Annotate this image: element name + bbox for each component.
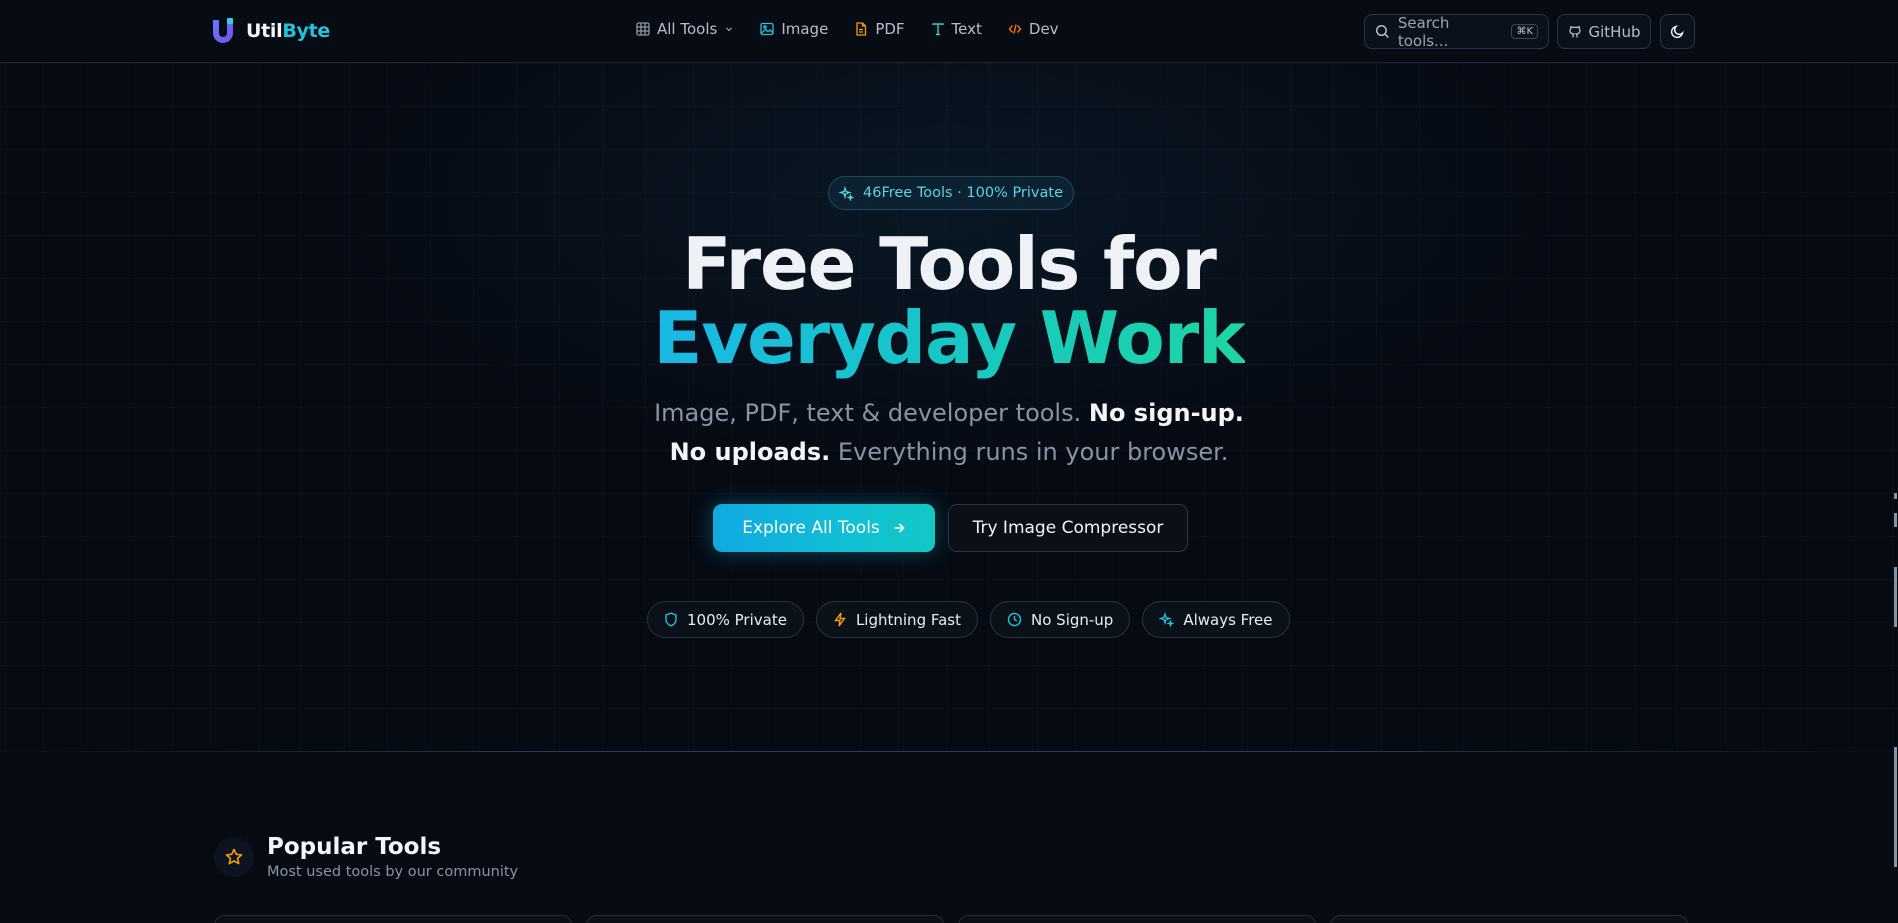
grid-icon <box>636 22 650 36</box>
hero-badge-text: 46Free Tools · 100% Private <box>863 185 1063 201</box>
file-icon <box>856 22 867 36</box>
feature-label: Lightning Fast <box>855 610 961 629</box>
feature-label: No Sign-up <box>1031 610 1114 629</box>
github-button[interactable]: GitHub <box>1557 14 1651 49</box>
section-divider <box>50 751 1848 752</box>
top-navigation: UtilByte All Tools Image PDF Text Dev Se… <box>0 0 1898 63</box>
feature-pill-private: 100% Private <box>647 601 804 638</box>
shield-icon <box>665 612 677 627</box>
feature-pills: 100% Private Lightning Fast No Sign-up A… <box>647 601 1290 638</box>
image-icon <box>760 22 774 36</box>
clock-icon <box>1007 612 1022 627</box>
tool-card[interactable] <box>214 915 572 923</box>
feature-label: Always Free <box>1183 610 1273 629</box>
button-label: Explore All Tools <box>742 518 880 538</box>
logo-u-icon <box>210 17 236 45</box>
hero-title-line1: Free Tools for <box>682 222 1217 306</box>
nav-item-label: PDF <box>875 20 905 38</box>
nav-image[interactable]: Image <box>760 20 828 38</box>
zap-icon <box>834 612 846 627</box>
nav-dev[interactable]: Dev <box>1008 20 1059 38</box>
feature-pill-free: Always Free <box>1142 601 1290 638</box>
type-icon <box>931 23 944 36</box>
nav-text[interactable]: Text <box>931 20 982 38</box>
hero-badge: 46Free Tools · 100% Private <box>828 176 1074 210</box>
shortcut-badge: ⌘K <box>1511 24 1538 39</box>
tool-card[interactable] <box>586 915 944 923</box>
popular-tools-subtitle: Most used tools by our community <box>267 864 519 880</box>
sparkles-icon <box>1159 612 1175 627</box>
brand-name: UtilByte <box>246 20 330 42</box>
feature-pill-fast: Lightning Fast <box>815 601 978 638</box>
star-icon-badge <box>214 837 254 877</box>
code-icon <box>1008 24 1022 34</box>
popular-tools-title: Popular Tools <box>267 834 442 860</box>
search-placeholder: Search tools... <box>1397 13 1450 50</box>
nav-pdf[interactable]: PDF <box>854 20 905 38</box>
star-icon <box>225 848 243 865</box>
nav-item-label: Dev <box>1028 20 1059 38</box>
nav-item-label: Text <box>951 20 982 38</box>
hero-subtitle: Image, PDF, text & developer tools. No s… <box>654 399 1244 466</box>
chevron-down-icon <box>726 27 733 32</box>
popular-tools-grid <box>214 915 1688 923</box>
nav-all-tools[interactable]: All Tools <box>636 20 734 38</box>
nav-item-label: All Tools <box>657 20 718 38</box>
search-input[interactable]: Search tools... ⌘K <box>1364 13 1549 50</box>
main-menu: All Tools Image PDF Text Dev <box>636 20 1059 38</box>
tool-card[interactable] <box>1330 915 1688 923</box>
feature-label: 100% Private <box>687 610 787 629</box>
tool-card[interactable] <box>958 915 1316 923</box>
feature-pill-no-signup: No Sign-up <box>990 601 1131 638</box>
button-label: Try Image Compressor <box>972 518 1164 538</box>
moon-icon <box>1670 25 1684 39</box>
nav-item-label: Image <box>781 20 829 38</box>
explore-all-tools-button[interactable]: Explore All Tools <box>713 504 935 552</box>
theme-toggle-button[interactable] <box>1660 14 1695 49</box>
try-image-compressor-button[interactable]: Try Image Compressor <box>948 504 1188 552</box>
github-label: GitHub <box>1588 22 1641 41</box>
sparkles-icon <box>839 185 854 201</box>
brand-logo[interactable]: UtilByte <box>210 17 330 45</box>
search-icon <box>1375 25 1389 38</box>
github-icon <box>1568 25 1581 37</box>
arrow-right-icon <box>894 523 905 533</box>
hero-title-line2: Everyday Work <box>653 296 1246 380</box>
right-edge-scrollbar[interactable] <box>1893 485 1898 923</box>
